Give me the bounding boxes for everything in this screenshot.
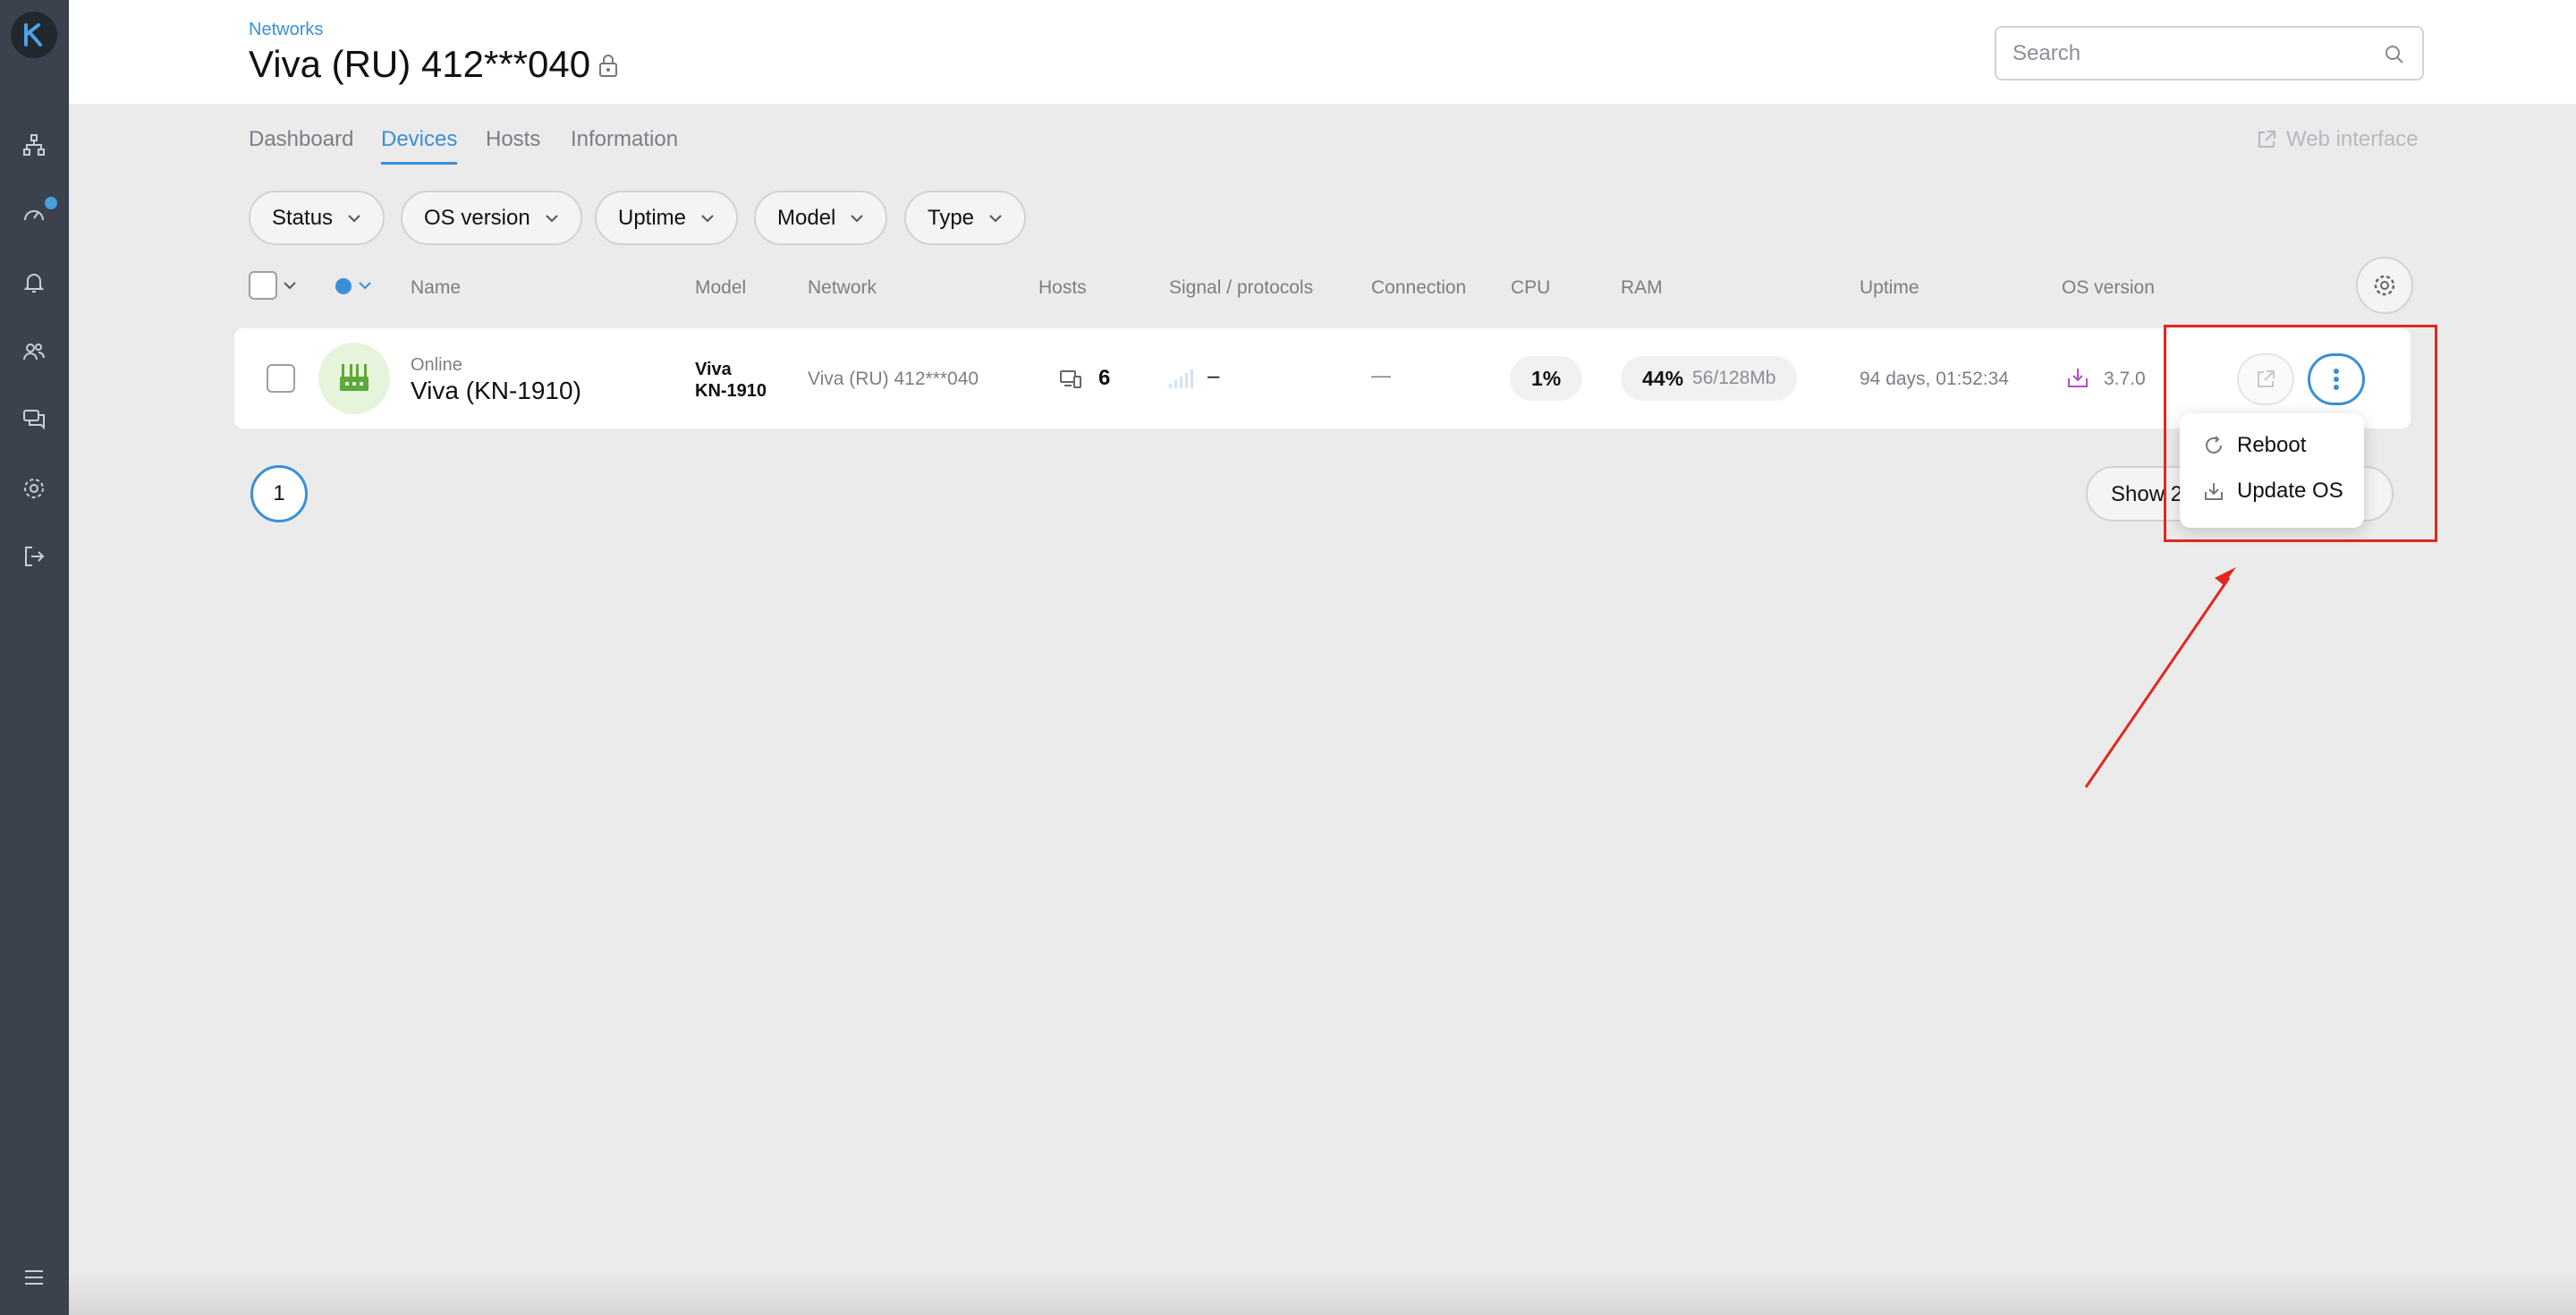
- tab-information[interactable]: Information: [571, 127, 678, 152]
- network-icon[interactable]: [20, 131, 48, 159]
- chevron-down-icon: [546, 214, 558, 222]
- filter-label: Type: [928, 205, 975, 230]
- ram-badge: 44% 56/128Mb: [1621, 356, 1798, 401]
- filter-model[interactable]: Model: [754, 191, 888, 245]
- column-model[interactable]: Model: [695, 277, 746, 299]
- filter-label: Model: [777, 205, 836, 230]
- column-cpu[interactable]: CPU: [1511, 277, 1550, 299]
- device-network: Viva (RU) 412***040: [808, 369, 979, 389]
- device-hosts-count[interactable]: 6: [1098, 366, 1110, 391]
- lock-icon: [599, 55, 617, 77]
- hosts-icon: [1060, 370, 1081, 388]
- chevron-down-icon[interactable]: [358, 281, 372, 290]
- search-input[interactable]: [2012, 38, 2370, 69]
- cpu-badge: 1%: [1510, 356, 1583, 401]
- column-network[interactable]: Network: [808, 277, 877, 299]
- device-status: Online: [411, 355, 462, 375]
- filter-status[interactable]: Status: [249, 191, 386, 245]
- chevron-down-icon: [701, 214, 714, 222]
- column-name[interactable]: Name: [411, 277, 461, 299]
- signal-icon: [1169, 369, 1193, 388]
- table-row[interactable]: Online Viva (KN-1910) Viva KN-1910 Viva …: [234, 328, 2411, 428]
- gear-icon: [2374, 275, 2395, 296]
- dashboard-gauge-icon[interactable]: [20, 200, 48, 229]
- header: Networks Viva (RU) 412***040: [69, 0, 2576, 104]
- filter-label: OS version: [424, 205, 530, 230]
- external-link-icon: [2258, 131, 2275, 148]
- chevron-down-icon: [348, 214, 360, 222]
- logout-icon[interactable]: [20, 542, 48, 571]
- hamburger-icon[interactable]: [20, 1263, 48, 1292]
- page-title: Viva (RU) 412***040: [249, 43, 591, 85]
- select-all-checkbox[interactable]: [249, 271, 277, 300]
- cpu-value: 1%: [1531, 366, 1562, 390]
- column-uptime[interactable]: Uptime: [1860, 277, 1919, 299]
- gear-icon[interactable]: [20, 474, 48, 503]
- column-connection[interactable]: Connection: [1371, 277, 1466, 299]
- device-os-version: 3.7.0: [2104, 369, 2146, 389]
- page-button-1[interactable]: 1: [250, 465, 308, 522]
- web-interface-label: Web interface: [2286, 127, 2419, 151]
- router-icon: [340, 364, 369, 391]
- active-tab-indicator: [381, 162, 457, 165]
- filter-os-version[interactable]: OS version: [401, 191, 582, 245]
- column-hosts[interactable]: Hosts: [1038, 277, 1087, 299]
- device-uptime: 94 days, 01:52:34: [1860, 369, 2009, 389]
- device-connection: —: [1371, 364, 1391, 386]
- filter-label: Status: [272, 205, 334, 230]
- device-model-line1: Viva: [695, 360, 732, 379]
- column-ram[interactable]: RAM: [1621, 277, 1663, 299]
- sidebar: [0, 0, 69, 1315]
- chevron-down-icon: [989, 214, 1002, 222]
- chevron-down-icon: [851, 214, 864, 222]
- users-icon[interactable]: [20, 337, 48, 366]
- ram-percent: 44%: [1642, 366, 1684, 390]
- filter-label: Uptime: [618, 205, 687, 230]
- tab-dashboard[interactable]: Dashboard: [249, 127, 353, 152]
- tab-hosts[interactable]: Hosts: [486, 127, 540, 152]
- search-icon[interactable]: [2383, 43, 2406, 66]
- device-avatar: [318, 343, 390, 414]
- device-name[interactable]: Viva (KN-1910): [411, 377, 581, 405]
- filter-type[interactable]: Type: [904, 191, 1027, 245]
- search-field[interactable]: [1995, 26, 2424, 81]
- device-model: Viva KN-1910: [695, 359, 767, 402]
- tab-devices[interactable]: Devices: [381, 127, 457, 152]
- breadcrumb[interactable]: Networks: [249, 20, 323, 40]
- os-update-icon[interactable]: [2066, 366, 2089, 389]
- column-settings-button[interactable]: [2356, 257, 2413, 314]
- annotation-arrow: [2084, 567, 2236, 788]
- chevron-down-icon[interactable]: [283, 281, 297, 290]
- status-filter-dot[interactable]: [335, 278, 352, 294]
- ram-detail: 56/128Mb: [1692, 368, 1776, 388]
- chat-icon[interactable]: [20, 404, 48, 433]
- column-os-version[interactable]: OS version: [2062, 277, 2155, 299]
- bell-icon[interactable]: [20, 268, 48, 297]
- device-model-line2: KN-1910: [695, 381, 767, 401]
- web-interface-link[interactable]: Web interface: [2256, 127, 2419, 152]
- app-logo[interactable]: [11, 12, 57, 58]
- notification-dot: [45, 197, 57, 209]
- device-signal: –: [1208, 364, 1220, 388]
- filter-uptime[interactable]: Uptime: [595, 191, 739, 245]
- column-signal[interactable]: Signal / protocols: [1169, 277, 1313, 299]
- annotation-highlight-box: [2164, 325, 2437, 542]
- bottom-shade: [69, 1270, 2576, 1315]
- k-logo-icon: [24, 23, 42, 47]
- row-checkbox[interactable]: [267, 364, 295, 393]
